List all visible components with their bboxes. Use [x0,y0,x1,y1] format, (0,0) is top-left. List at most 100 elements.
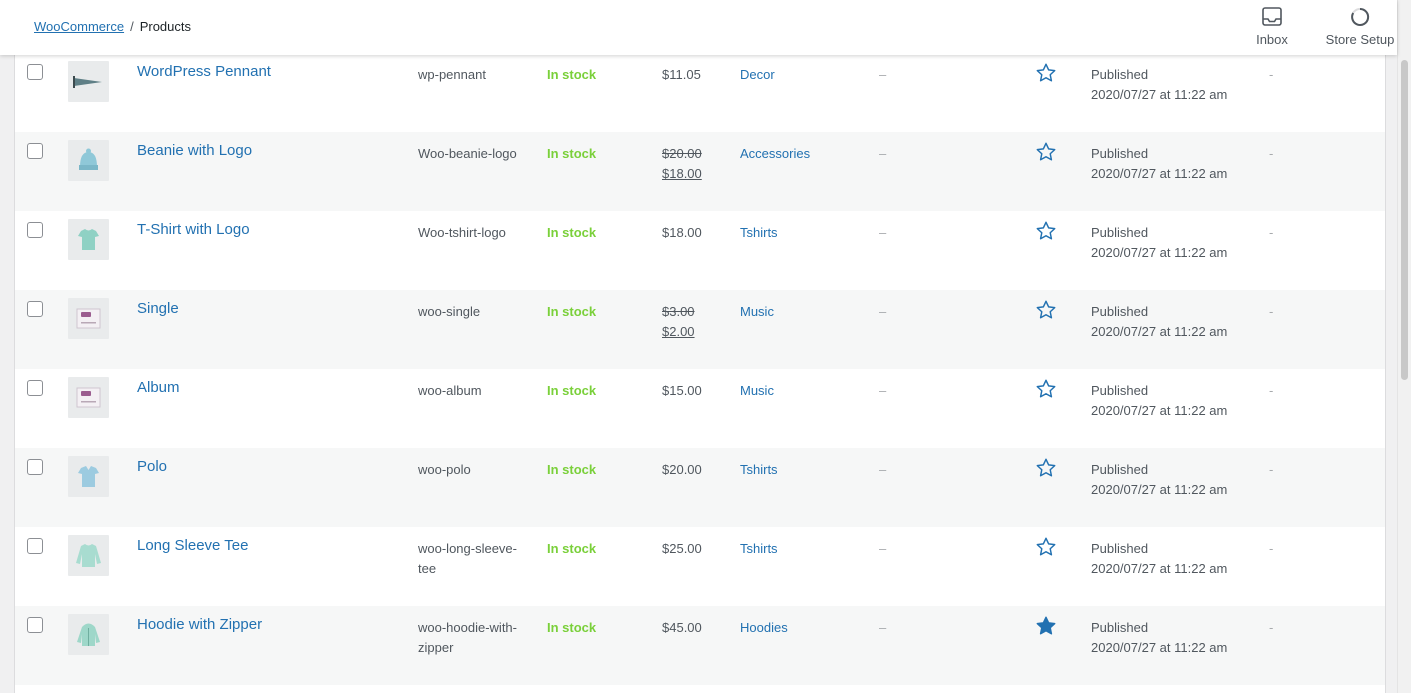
price: $45.00 [662,620,702,635]
table-row: Beanie with Logo Woo-beanie-logo In stock $… [15,132,1385,211]
publish-status: Published [1091,304,1149,319]
row-checkbox[interactable] [27,617,43,633]
category-link[interactable]: Decor [740,65,775,85]
row-checkbox[interactable] [27,380,43,396]
product-name-link[interactable]: Album [137,378,180,398]
table-row: WordPress Pennant wp-pennant In stock $11.0… [15,53,1385,132]
tags-empty: – [879,620,887,635]
category-link[interactable]: Music [740,381,774,401]
category-link[interactable]: Tshirts [740,539,778,559]
product-sku: woo-hoodie-with-zipper [418,620,517,655]
publish-date: Published 2020/07/27 at 11:22 am [1091,381,1227,421]
star-outline-icon[interactable] [1035,141,1057,163]
row-checkbox[interactable] [27,143,43,159]
extra-column-empty: - [1269,620,1274,635]
price-cell: $11.05 [662,65,701,85]
stock-status: In stock [547,383,597,398]
inbox-button[interactable]: Inbox [1248,6,1296,47]
product-name-link[interactable]: Beanie with Logo [137,141,252,161]
publish-status: Published [1091,383,1149,398]
tags-empty: – [879,225,887,240]
product-thumbnail[interactable] [68,140,109,181]
product-name-link[interactable]: Hoodie with Zipper [137,615,262,635]
price: $25.00 [662,541,702,556]
category-link[interactable]: Hoodies [740,618,788,638]
category-link[interactable]: Tshirts [740,223,778,243]
product-thumbnail[interactable] [68,456,109,497]
publish-date: Published 2020/07/27 at 11:22 am [1091,539,1227,579]
price-cell: $20.00 [662,460,702,480]
publish-status: Published [1091,462,1149,477]
publish-date: Published 2020/07/27 at 11:22 am [1091,618,1227,658]
product-thumbnail[interactable] [68,377,109,418]
star-outline-icon[interactable] [1035,220,1057,242]
row-checkbox[interactable] [27,459,43,475]
star-outline-icon[interactable] [1035,378,1057,400]
tags-empty: – [879,67,887,82]
category-link[interactable]: Tshirts [740,460,778,480]
extra-column-empty: - [1269,304,1274,319]
publish-datetime: 2020/07/27 at 11:22 am [1091,87,1228,102]
extra-column-empty: - [1269,541,1274,556]
stock-status: In stock [547,67,597,82]
product-name-link[interactable]: WordPress Pennant [137,62,271,82]
star-filled-icon[interactable] [1035,615,1057,637]
publish-status: Published [1091,541,1149,556]
scrollbar-thumb[interactable] [1401,60,1408,380]
tags-empty: – [879,383,887,398]
table-row: Hoodie with Zipper woo-hoodie-with-zipper… [15,606,1385,685]
inbox-icon [1262,7,1282,26]
tags-empty: – [879,462,887,477]
stock-status: In stock [547,541,597,556]
product-name-link[interactable]: T-Shirt with Logo [137,220,250,240]
table-row: Polo woo-polo In stock $20.00 Tshirts – Publis… [15,448,1385,527]
star-outline-icon[interactable] [1035,299,1057,321]
store-setup-label: Store Setup [1325,32,1395,47]
breadcrumb-current: Products [139,19,191,34]
product-name-link[interactable]: Polo [137,457,167,477]
stock-status: In stock [547,304,597,319]
regular-price: $20.00 [662,146,702,161]
stock-status: In stock [547,462,597,477]
tags-empty: – [879,304,887,319]
price-cell: $45.00 [662,618,702,638]
stock-status: In stock [547,146,597,161]
extra-column-empty: - [1269,462,1274,477]
category-link[interactable]: Accessories [740,144,810,164]
product-thumbnail[interactable] [68,535,109,576]
product-name-link[interactable]: Single [137,299,179,319]
row-checkbox[interactable] [27,301,43,317]
price: $11.05 [662,67,701,82]
star-outline-icon[interactable] [1035,457,1057,479]
product-sku: woo-long-sleeve-tee [418,541,517,576]
category-link[interactable]: Music [740,302,774,322]
table-row: Album woo-album In stock $15.00 Music – Publis… [15,369,1385,448]
store-setup-button[interactable]: Store Setup [1320,6,1400,47]
price-cell: $3.00 $2.00 [662,302,695,342]
star-outline-icon[interactable] [1035,62,1057,84]
price-cell: $15.00 [662,381,702,401]
product-name-link[interactable]: Long Sleeve Tee [137,536,248,556]
product-thumbnail[interactable] [68,614,109,655]
table-row: Long Sleeve Tee woo-long-sleeve-tee In sto… [15,527,1385,606]
inbox-label: Inbox [1256,32,1288,47]
star-outline-icon[interactable] [1035,536,1057,558]
breadcrumb-woocommerce-link[interactable]: WooCommerce [34,19,124,34]
row-checkbox[interactable] [27,64,43,80]
row-checkbox[interactable] [27,538,43,554]
page-scrollbar[interactable] [1397,0,1411,693]
tags-empty: – [879,541,887,556]
product-thumbnail[interactable] [68,61,109,102]
publish-status: Published [1091,146,1149,161]
publish-date: Published 2020/07/27 at 11:22 am [1091,65,1227,105]
product-thumbnail[interactable] [68,298,109,339]
sale-price: $2.00 [662,324,695,339]
product-thumbnail[interactable] [68,219,109,260]
extra-column-empty: - [1269,383,1274,398]
extra-column-empty: - [1269,146,1274,161]
product-sku: Woo-tshirt-logo [418,225,506,240]
publish-date: Published 2020/07/27 at 11:22 am [1091,144,1227,184]
row-checkbox[interactable] [27,222,43,238]
publish-datetime: 2020/07/27 at 11:22 am [1091,640,1228,655]
regular-price: $3.00 [662,304,695,319]
